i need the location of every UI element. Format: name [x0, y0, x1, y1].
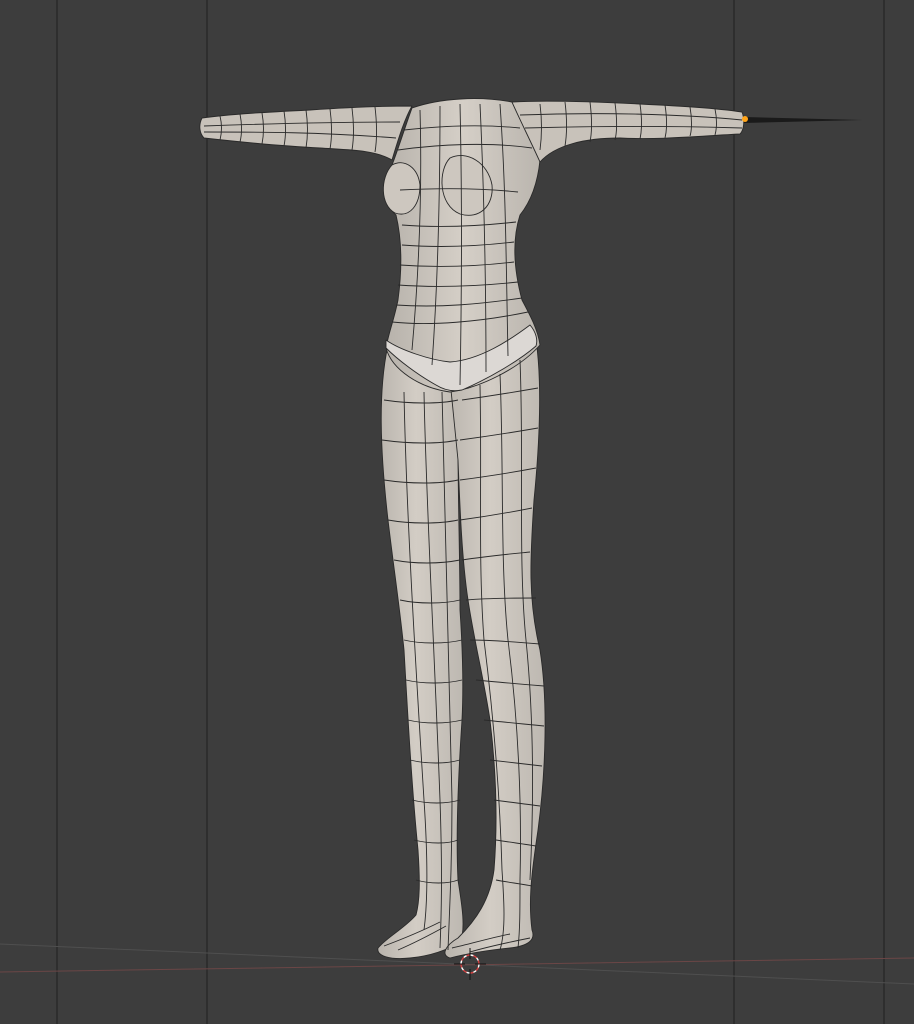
- viewport-canvas[interactable]: [0, 0, 914, 1024]
- left-breast[interactable]: [382, 162, 421, 215]
- ik-bone[interactable]: [742, 116, 862, 123]
- 3d-viewport[interactable]: [0, 0, 914, 1024]
- ik-bone-icon[interactable]: [744, 117, 862, 123]
- x-axis-line: [0, 957, 914, 973]
- left-leg[interactable]: [377, 344, 464, 959]
- selected-vertex[interactable]: [742, 116, 748, 122]
- right-arm[interactable]: [511, 100, 745, 163]
- mesh-model[interactable]: [199, 98, 745, 959]
